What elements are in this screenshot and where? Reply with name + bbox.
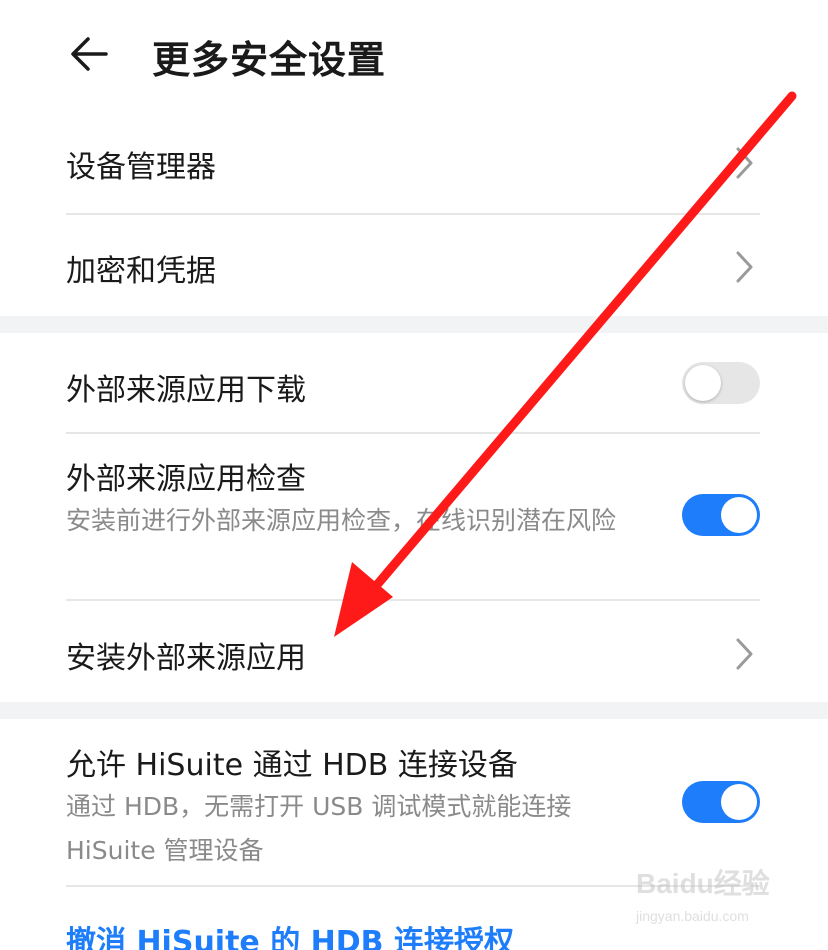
page-title: 更多安全设置 [152, 38, 387, 82]
settings-group-1: 设备管理器 加密和凭据 [0, 110, 828, 316]
app-bar: 更多安全设置 [0, 0, 828, 110]
watermark-brand: Baidu经验 [636, 868, 770, 899]
arrow-left-icon [71, 37, 108, 71]
section-gap [0, 316, 828, 333]
settings-group-2: 外部来源应用下载 外部来源应用检查 安装前进行外部来源应用检查，在线识别潜在风险… [0, 333, 828, 702]
setting-label: 允许 HiSuite 通过 HDB 连接设备 [66, 748, 518, 783]
toggle-knob [721, 784, 757, 820]
setting-description: 通过 HDB，无需打开 USB 调试模式就能连接 HiSuite 管理设备 [66, 792, 572, 865]
external-download-toggle[interactable] [682, 362, 760, 404]
security-settings-page: 更多安全设置 设备管理器 加密和凭据 外部来源应用下载 外部来源应用检查 安装前… [0, 0, 828, 950]
setting-label: 外部来源应用检查 [66, 462, 306, 497]
menu-item-label: 安装外部来源应用 [66, 641, 306, 676]
menu-item-label: 设备管理器 [66, 150, 216, 185]
baidu-jingyan-watermark: Baidu经验 jingyan.baidu.com [636, 862, 786, 942]
setting-hisuite-hdb: 允许 HiSuite 通过 HDB 连接设备 通过 HDB，无需打开 USB 调… [66, 719, 760, 885]
section-gap [0, 702, 828, 719]
chevron-right-icon [736, 147, 753, 179]
revoke-hdb-authorization-link[interactable]: 撤消 HiSuite 的 HDB 连接授权 [66, 917, 514, 950]
setting-external-download: 外部来源应用下载 [66, 333, 760, 433]
setting-external-check: 外部来源应用检查 安装前进行外部来源应用检查，在线识别潜在风险 [66, 434, 760, 599]
menu-item-device-manager[interactable]: 设备管理器 [66, 110, 760, 214]
setting-label: 外部来源应用下载 [66, 373, 306, 408]
toggle-knob [721, 497, 757, 533]
chevron-right-icon [736, 638, 753, 670]
external-check-toggle[interactable] [682, 494, 760, 536]
menu-item-install-external-apps[interactable]: 安装外部来源应用 [66, 601, 760, 702]
back-button[interactable] [66, 30, 114, 78]
menu-item-label: 加密和凭据 [66, 254, 216, 289]
hisuite-hdb-toggle[interactable] [682, 781, 760, 823]
toggle-knob [685, 365, 721, 401]
watermark-url: jingyan.baidu.com [636, 908, 749, 924]
chevron-right-icon [736, 251, 753, 283]
menu-item-encryption-credentials[interactable]: 加密和凭据 [66, 215, 760, 316]
setting-description: 安装前进行外部来源应用检查，在线识别潜在风险 [66, 506, 617, 535]
